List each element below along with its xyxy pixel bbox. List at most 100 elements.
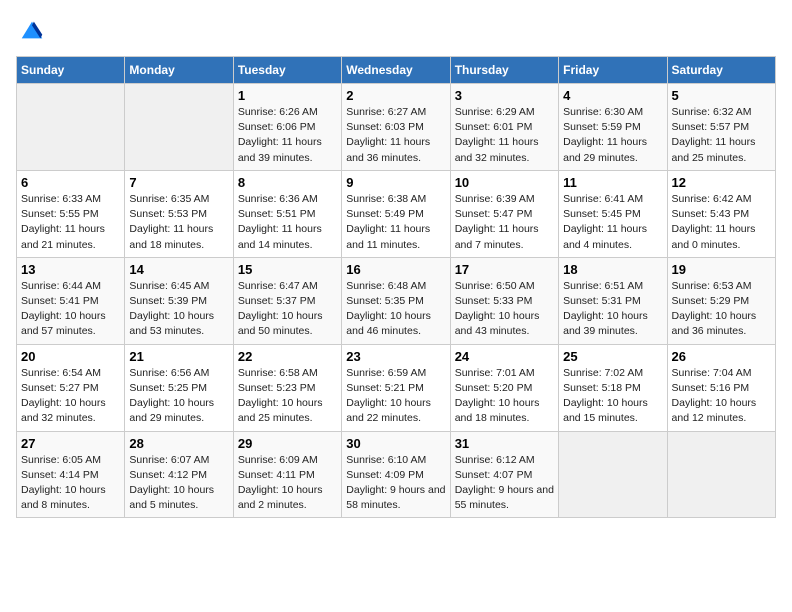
day-cell: 20Sunrise: 6:54 AMSunset: 5:27 PMDayligh… <box>17 344 125 431</box>
day-cell: 14 Sunrise: 6:45 AMSunset: 5:39 PMDayligh… <box>125 257 233 344</box>
week-row-1: 1 Sunrise: 6:26 AMSunset: 6:06 PMDaylight… <box>17 84 776 171</box>
day-number: 22 <box>238 349 337 364</box>
column-header-wednesday: Wednesday <box>342 57 450 84</box>
day-cell: 25 Sunrise: 7:02 AMSunset: 5:18 PMDayligh… <box>559 344 667 431</box>
day-info: Sunrise: 7:04 AMSunset: 5:16 PMDaylight:… <box>672 366 771 427</box>
week-row-2: 6Sunrise: 6:33 AMSunset: 5:55 PMDaylight… <box>17 170 776 257</box>
day-info: Sunrise: 6:33 AMSunset: 5:55 PMDaylight:… <box>21 192 120 253</box>
logo-icon <box>18 16 46 44</box>
day-cell: 9Sunrise: 6:38 AMSunset: 5:49 PMDaylight… <box>342 170 450 257</box>
day-number: 24 <box>455 349 554 364</box>
day-info: Sunrise: 6:47 AMSunset: 5:37 PMDaylight:… <box>238 279 337 340</box>
day-cell: 21 Sunrise: 6:56 AMSunset: 5:25 PMDayligh… <box>125 344 233 431</box>
day-info: Sunrise: 6:26 AMSunset: 6:06 PMDaylight:… <box>238 105 337 166</box>
day-info: Sunrise: 6:10 AMSunset: 4:09 PMDaylight:… <box>346 453 445 514</box>
day-number: 17 <box>455 262 554 277</box>
day-info: Sunrise: 6:39 AMSunset: 5:47 PMDaylight:… <box>455 192 554 253</box>
day-info: Sunrise: 6:56 AMSunset: 5:25 PMDaylight:… <box>129 366 228 427</box>
day-number: 29 <box>238 436 337 451</box>
day-cell: 30 Sunrise: 6:10 AMSunset: 4:09 PMDayligh… <box>342 431 450 518</box>
day-cell: 26 Sunrise: 7:04 AMSunset: 5:16 PMDayligh… <box>667 344 775 431</box>
day-number: 3 <box>455 88 554 103</box>
day-number: 30 <box>346 436 445 451</box>
logo <box>16 16 46 44</box>
day-number: 11 <box>563 175 662 190</box>
day-info: Sunrise: 6:36 AMSunset: 5:51 PMDaylight:… <box>238 192 337 253</box>
column-header-saturday: Saturday <box>667 57 775 84</box>
day-cell: 18Sunrise: 6:51 AMSunset: 5:31 PMDayligh… <box>559 257 667 344</box>
day-cell: 5 Sunrise: 6:32 AMSunset: 5:57 PMDaylight… <box>667 84 775 171</box>
day-number: 28 <box>129 436 228 451</box>
logo-text <box>16 16 46 44</box>
day-cell: 28 Sunrise: 6:07 AMSunset: 4:12 PMDayligh… <box>125 431 233 518</box>
day-number: 5 <box>672 88 771 103</box>
week-row-5: 27 Sunrise: 6:05 AMSunset: 4:14 PMDayligh… <box>17 431 776 518</box>
day-cell: 31 Sunrise: 6:12 AMSunset: 4:07 PMDayligh… <box>450 431 558 518</box>
day-info: Sunrise: 6:32 AMSunset: 5:57 PMDaylight:… <box>672 105 771 166</box>
day-info: Sunrise: 7:02 AMSunset: 5:18 PMDaylight:… <box>563 366 662 427</box>
day-number: 23 <box>346 349 445 364</box>
day-number: 4 <box>563 88 662 103</box>
day-number: 26 <box>672 349 771 364</box>
day-number: 19 <box>672 262 771 277</box>
calendar-table: SundayMondayTuesdayWednesdayThursdayFrid… <box>16 56 776 518</box>
day-number: 13 <box>21 262 120 277</box>
day-info: Sunrise: 6:27 AMSunset: 6:03 PMDaylight:… <box>346 105 445 166</box>
day-cell <box>17 84 125 171</box>
day-cell: 17 Sunrise: 6:50 AMSunset: 5:33 PMDayligh… <box>450 257 558 344</box>
day-number: 2 <box>346 88 445 103</box>
day-cell: 4 Sunrise: 6:30 AMSunset: 5:59 PMDaylight… <box>559 84 667 171</box>
day-info: Sunrise: 6:42 AMSunset: 5:43 PMDaylight:… <box>672 192 771 253</box>
day-number: 31 <box>455 436 554 451</box>
day-cell: 15Sunrise: 6:47 AMSunset: 5:37 PMDayligh… <box>233 257 341 344</box>
day-cell: 6Sunrise: 6:33 AMSunset: 5:55 PMDaylight… <box>17 170 125 257</box>
page-header <box>16 16 776 44</box>
column-header-monday: Monday <box>125 57 233 84</box>
day-number: 27 <box>21 436 120 451</box>
day-info: Sunrise: 6:59 AMSunset: 5:21 PMDaylight:… <box>346 366 445 427</box>
day-cell: 11Sunrise: 6:41 AMSunset: 5:45 PMDayligh… <box>559 170 667 257</box>
week-row-4: 20Sunrise: 6:54 AMSunset: 5:27 PMDayligh… <box>17 344 776 431</box>
day-cell <box>125 84 233 171</box>
day-info: Sunrise: 6:12 AMSunset: 4:07 PMDaylight:… <box>455 453 554 514</box>
column-header-sunday: Sunday <box>17 57 125 84</box>
day-cell <box>667 431 775 518</box>
day-number: 8 <box>238 175 337 190</box>
day-cell: 1 Sunrise: 6:26 AMSunset: 6:06 PMDaylight… <box>233 84 341 171</box>
week-row-3: 13 Sunrise: 6:44 AMSunset: 5:41 PMDayligh… <box>17 257 776 344</box>
day-number: 10 <box>455 175 554 190</box>
day-info: Sunrise: 6:45 AMSunset: 5:39 PMDaylight:… <box>129 279 228 340</box>
day-info: Sunrise: 6:38 AMSunset: 5:49 PMDaylight:… <box>346 192 445 253</box>
day-info: Sunrise: 6:51 AMSunset: 5:31 PMDaylight:… <box>563 279 662 340</box>
day-number: 14 <box>129 262 228 277</box>
day-cell: 24 Sunrise: 7:01 AMSunset: 5:20 PMDayligh… <box>450 344 558 431</box>
day-cell: 7Sunrise: 6:35 AMSunset: 5:53 PMDaylight… <box>125 170 233 257</box>
day-info: Sunrise: 6:53 AMSunset: 5:29 PMDaylight:… <box>672 279 771 340</box>
day-info: Sunrise: 6:50 AMSunset: 5:33 PMDaylight:… <box>455 279 554 340</box>
day-number: 1 <box>238 88 337 103</box>
day-info: Sunrise: 6:54 AMSunset: 5:27 PMDaylight:… <box>21 366 120 427</box>
day-cell: 13 Sunrise: 6:44 AMSunset: 5:41 PMDayligh… <box>17 257 125 344</box>
day-info: Sunrise: 6:07 AMSunset: 4:12 PMDaylight:… <box>129 453 228 514</box>
day-cell: 12 Sunrise: 6:42 AMSunset: 5:43 PMDayligh… <box>667 170 775 257</box>
day-info: Sunrise: 6:30 AMSunset: 5:59 PMDaylight:… <box>563 105 662 166</box>
day-info: Sunrise: 6:09 AMSunset: 4:11 PMDaylight:… <box>238 453 337 514</box>
day-info: Sunrise: 6:05 AMSunset: 4:14 PMDaylight:… <box>21 453 120 514</box>
day-cell: 19 Sunrise: 6:53 AMSunset: 5:29 PMDayligh… <box>667 257 775 344</box>
day-info: Sunrise: 6:44 AMSunset: 5:41 PMDaylight:… <box>21 279 120 340</box>
header-row: SundayMondayTuesdayWednesdayThursdayFrid… <box>17 57 776 84</box>
day-cell: 29 Sunrise: 6:09 AMSunset: 4:11 PMDayligh… <box>233 431 341 518</box>
day-number: 16 <box>346 262 445 277</box>
day-number: 12 <box>672 175 771 190</box>
day-info: Sunrise: 7:01 AMSunset: 5:20 PMDaylight:… <box>455 366 554 427</box>
column-header-thursday: Thursday <box>450 57 558 84</box>
day-info: Sunrise: 6:35 AMSunset: 5:53 PMDaylight:… <box>129 192 228 253</box>
day-number: 21 <box>129 349 228 364</box>
day-cell: 16 Sunrise: 6:48 AMSunset: 5:35 PMDayligh… <box>342 257 450 344</box>
day-info: Sunrise: 6:29 AMSunset: 6:01 PMDaylight:… <box>455 105 554 166</box>
day-cell: 8 Sunrise: 6:36 AMSunset: 5:51 PMDaylight… <box>233 170 341 257</box>
day-cell <box>559 431 667 518</box>
day-cell: 10 Sunrise: 6:39 AMSunset: 5:47 PMDayligh… <box>450 170 558 257</box>
day-number: 25 <box>563 349 662 364</box>
day-info: Sunrise: 6:48 AMSunset: 5:35 PMDaylight:… <box>346 279 445 340</box>
